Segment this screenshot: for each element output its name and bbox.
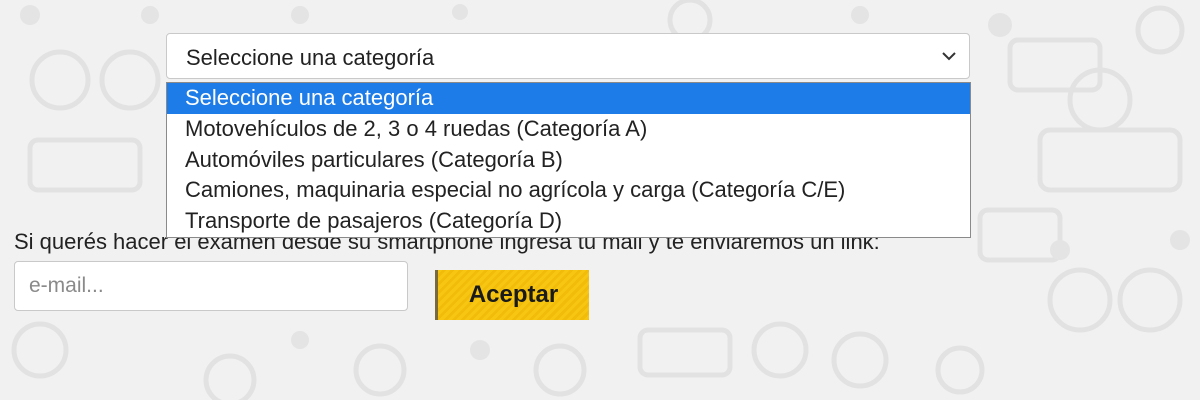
accept-button[interactable]: Aceptar [435,270,589,320]
chevron-down-icon [942,52,956,61]
category-select[interactable]: Seleccione una categoría [166,33,970,79]
dropdown-option-category-a[interactable]: Motovehículos de 2, 3 o 4 ruedas (Catego… [167,114,970,145]
dropdown-option-category-ce[interactable]: Camiones, maquinaria especial no agrícol… [167,175,970,206]
dropdown-option-placeholder[interactable]: Seleccione una categoría [167,83,970,114]
email-input[interactable] [14,261,408,311]
dropdown-option-category-b[interactable]: Automóviles particulares (Categoría B) [167,145,970,176]
category-dropdown-list[interactable]: Seleccione una categoría Motovehículos d… [166,82,971,238]
dropdown-option-category-d[interactable]: Transporte de pasajeros (Categoría D) [167,206,970,237]
category-select-value: Seleccione una categoría [186,45,435,70]
